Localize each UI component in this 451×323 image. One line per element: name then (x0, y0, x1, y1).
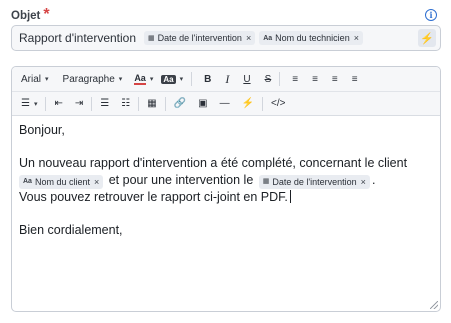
text-aa-icon: Aa (263, 34, 273, 42)
body-line: Vous pouvez retrouver le rapport ci-join… (19, 189, 433, 206)
strikethrough-button[interactable]: S (261, 70, 276, 88)
body-line: Bonjour, (19, 123, 65, 137)
chip-label: Nom du client (34, 176, 90, 187)
bold-button[interactable]: B (200, 70, 215, 88)
chevron-down-icon: ▾ (149, 76, 154, 83)
variable-chip-date[interactable]: ▦ Date de l'intervention × (258, 174, 370, 191)
align-right-icon[interactable]: ≡ (328, 70, 342, 88)
text-cursor (289, 189, 291, 203)
body-line-with-variables: Aa Nom du client × et pour une intervent… (19, 172, 433, 189)
image-icon[interactable]: ▣ (194, 95, 211, 113)
chevron-down-icon: ▾ (45, 76, 49, 83)
paragraph-select[interactable]: Paragraphe ▾ (59, 70, 127, 88)
resize-handle[interactable] (430, 301, 438, 309)
bullet-list-icon[interactable]: ☰ (96, 95, 113, 113)
body-line: Un nouveau rapport d'intervention a été … (19, 156, 408, 170)
subject-input[interactable]: Rapport d'intervention ▦ Date de l'inter… (11, 25, 441, 51)
subject-label: Objet * (11, 6, 50, 24)
chevron-down-icon: ▾ (179, 76, 184, 83)
numbered-list-icon[interactable]: ☷ (117, 95, 134, 113)
toolbar-separator (164, 96, 166, 111)
subject-text: Rapport d'intervention (19, 31, 137, 45)
editor-toolbar: Arial ▾ Paragraphe ▾ Aa ▾ Aa ▾ B I U S ≡ ≡ ≡… (12, 67, 440, 116)
close-icon[interactable]: × (94, 174, 99, 191)
align-center-icon[interactable]: ≡ (308, 70, 322, 88)
toolbar-separator (191, 72, 193, 86)
indent-icon[interactable]: ⇥ (71, 95, 87, 113)
code-icon[interactable]: </> (267, 95, 289, 113)
bolt-icon[interactable]: ⚡ (238, 95, 258, 113)
subject-label-text: Objet (11, 10, 41, 22)
chip-label: Nom du technicien (275, 33, 350, 43)
toolbar-separator (138, 96, 140, 111)
variable-chip-client[interactable]: Aa Nom du client × (19, 174, 104, 191)
body-text: . (371, 172, 376, 187)
text-aa-icon: Aa (23, 177, 32, 185)
toolbar-separator (91, 96, 93, 111)
body-line: Bien cordialement, (19, 222, 123, 237)
underline-button[interactable]: U (239, 70, 254, 88)
background-color-button[interactable]: Aa ▾ (157, 70, 187, 88)
list-style-icon: ☰ (21, 98, 30, 109)
required-mark: * (43, 6, 50, 23)
list-style-select[interactable]: ☰ ▾ (17, 95, 41, 113)
table-icon[interactable]: ▦ (143, 95, 160, 113)
editor-content[interactable]: Bonjour, Un nouveau rapport d'interventi… (12, 116, 440, 244)
italic-button[interactable]: I (221, 70, 233, 88)
toolbar-separator (279, 72, 281, 86)
chip-label: Date de l'intervention (157, 33, 242, 43)
rich-text-editor[interactable]: Arial ▾ Paragraphe ▾ Aa ▾ Aa ▾ B I U S ≡ ≡ ≡… (11, 66, 441, 312)
toolbar-separator (262, 96, 264, 111)
text-color-icon: Aa (134, 72, 146, 85)
chevron-down-icon: ▾ (33, 100, 38, 108)
info-icon[interactable]: i (425, 9, 437, 21)
close-icon[interactable]: × (354, 33, 359, 43)
body-text: et pour une intervention le (108, 172, 254, 187)
subject-chip-date[interactable]: ▦ Date de l'intervention × (144, 31, 256, 45)
background-color-icon: Aa (161, 74, 176, 84)
horizontal-rule-icon[interactable]: — (216, 95, 234, 113)
chevron-down-icon: ▾ (118, 76, 123, 83)
chip-label: Date de l'intervention (272, 176, 357, 187)
font-family-select[interactable]: Arial ▾ (17, 70, 53, 88)
text-color-button[interactable]: Aa ▾ (130, 70, 157, 88)
toolbar-separator (45, 96, 47, 111)
calendar-icon: ▦ (148, 35, 155, 42)
toolbar-row-2: ☰ ▾ ⇤ ⇥ ☰ ☷ ▦ 🔗 ▣ — ⚡ </> (12, 91, 440, 115)
toolbar-row-1: Arial ▾ Paragraphe ▾ Aa ▾ Aa ▾ B I U S ≡ ≡ ≡… (12, 67, 440, 91)
justify-icon[interactable]: ≡ (348, 70, 362, 88)
outdent-icon[interactable]: ⇤ (50, 95, 66, 113)
subject-chip-technician[interactable]: Aa Nom du technicien × (259, 31, 363, 45)
insert-variable-button[interactable]: ⚡ (418, 29, 436, 47)
align-left-icon[interactable]: ≡ (288, 70, 302, 88)
subject-label-row: Objet * i (11, 6, 441, 24)
link-icon[interactable]: 🔗 (170, 95, 190, 113)
close-icon[interactable]: × (246, 33, 251, 43)
calendar-icon: ▦ (262, 177, 270, 185)
close-icon[interactable]: × (361, 174, 366, 191)
